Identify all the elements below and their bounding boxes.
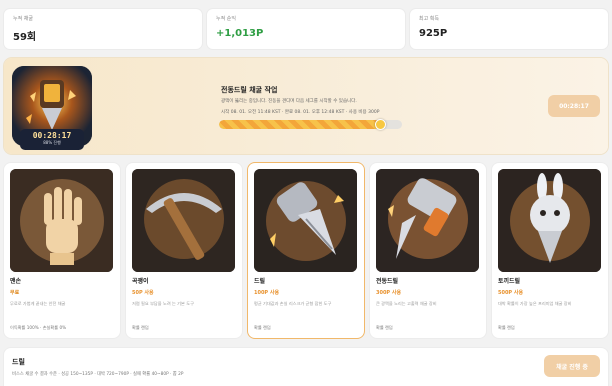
stat-value: 925P <box>419 28 448 39</box>
tool-probability: 확률 랜덤 <box>254 325 271 330</box>
stat-total-mining: 누적 채굴 59회 <box>4 9 202 49</box>
drill-illustration <box>254 169 357 272</box>
tool-price: 300P 사용 <box>376 290 402 296</box>
tool-description: 평균 기대값과 손실 리스크가 균형 잡힌 도구 <box>254 301 332 306</box>
power-drill-illustration <box>376 169 479 272</box>
tool-price: 100P 사용 <box>254 290 280 296</box>
stat-value: 59회 <box>13 32 37 43</box>
mining-page: 누적 채굴 59회 누적 순익 +1,013P 최고 획득 925P 00:28… <box>0 0 612 386</box>
progress-knob <box>374 119 386 130</box>
mining-job-banner: 00:28:17 88% 진행 <box>4 58 608 154</box>
tool-list: 맨손 무료 무료로 가볍게 끝내는 안전 채굴 이득확률 100% · 손실확률… <box>4 163 608 338</box>
stat-value: +1,013P <box>216 28 264 39</box>
tool-description: 큰 광맥을 노리는 고출력 채굴 장비 <box>376 301 437 306</box>
stat-total-profit: 누적 순익 +1,013P <box>207 9 405 49</box>
rabbit-drill-illustration <box>498 169 601 272</box>
selected-tool-name: 드릴 <box>12 358 25 366</box>
stat-label: 누적 순익 <box>216 16 236 22</box>
progress-fill <box>219 120 381 129</box>
tool-name: 드릴 <box>254 278 266 285</box>
timer-text: 00:28:17 <box>32 131 72 140</box>
tool-name: 맨손 <box>10 278 22 285</box>
tool-price: 50P 사용 <box>132 290 154 296</box>
tool-card-drill[interactable]: 드릴 100P 사용 평균 기대값과 손실 리스크가 균형 잡힌 도구 확률 랜… <box>248 163 364 338</box>
tool-card-hand[interactable]: 맨손 무료 무료로 가볍게 끝내는 안전 채굴 이득확률 100% · 손실확률… <box>4 163 120 338</box>
mining-in-progress-button[interactable]: 채굴 진행 중 <box>544 355 600 377</box>
tool-probability: 이득확률 100% · 손실확률 0% <box>10 325 67 330</box>
stat-label: 누적 채굴 <box>13 16 33 22</box>
selected-tool-description: 비스스 채굴 수 결과 수준 · 성공 150~135P · 대박 720~79… <box>12 372 184 377</box>
tool-price: 무료 <box>10 290 20 296</box>
tool-probability: 확률 랜덤 <box>498 325 515 330</box>
pickaxe-illustration <box>132 169 235 272</box>
job-description: 광맥이 뚫리는 중입니다. 진동을 견디며 다음 세그를 시작할 수 있습니다. <box>221 99 357 104</box>
job-meta: 시작 08. 01. 오전 11:48 KST · 완료 08. 01. 오후 … <box>221 110 380 115</box>
job-timer-button[interactable]: 00:28:17 <box>548 95 600 117</box>
tool-name: 토끼드릴 <box>498 278 521 285</box>
timer-badge: 00:28:17 88% 진행 <box>20 129 84 150</box>
tool-description: 무료로 가볍게 끝내는 안전 채굴 <box>10 301 66 306</box>
job-title: 전동드릴 채굴 작업 <box>221 86 278 94</box>
stats-row: 누적 채굴 59회 누적 순익 +1,013P 최고 획득 925P <box>4 9 608 49</box>
tool-card-power-drill[interactable]: 전동드릴 300P 사용 큰 광맥을 노리는 고출력 채굴 장비 확률 랜덤 <box>370 163 486 338</box>
hand-illustration <box>10 169 113 272</box>
timer-progress-text: 88% 진행 <box>43 140 61 145</box>
tool-price: 500P 사용 <box>498 290 524 296</box>
tool-name: 전동드릴 <box>376 278 399 285</box>
tool-probability: 확률 랜덤 <box>132 325 149 330</box>
tool-name: 곡괭이 <box>132 278 149 285</box>
selected-tool-panel: 드릴 비스스 채굴 수 결과 수준 · 성공 150~135P · 대박 720… <box>4 348 608 386</box>
tool-description: 대박 확률이 가장 높은 프리미엄 채굴 장비 <box>498 301 572 306</box>
tool-probability: 확률 랜덤 <box>376 325 393 330</box>
tool-card-pickaxe[interactable]: 곡괭이 50P 사용 저렴 필요 부담을 노려 는 기본 도구 확률 랜덤 <box>126 163 242 338</box>
tool-description: 저렴 필요 부담을 노려 는 기본 도구 <box>132 301 194 306</box>
stat-label: 최고 획득 <box>419 16 439 22</box>
tool-card-rabbit-drill[interactable]: 토끼드릴 500P 사용 대박 확률이 가장 높은 프리미엄 채굴 장비 확률 … <box>492 163 608 338</box>
stat-best-gain: 최고 획득 925P <box>410 9 608 49</box>
